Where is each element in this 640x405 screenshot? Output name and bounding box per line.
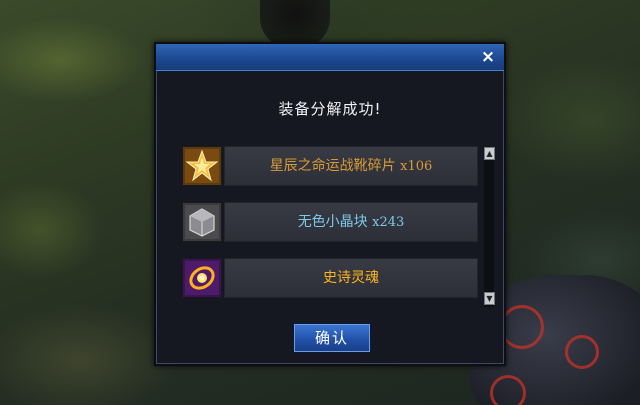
star-shard-icon[interactable] [182,146,222,186]
confirm-button[interactable]: 确认 [293,323,371,353]
result-message: 装备分解成功! [278,100,382,118]
scrollbar-track[interactable] [484,147,494,307]
list-item: 无色小晶块 x243 [182,200,478,242]
colorless-crystal-icon[interactable] [182,202,222,242]
character-shadow [260,0,330,48]
scroll-down-icon[interactable]: ▼ [484,292,495,305]
close-icon[interactable]: × [478,47,498,67]
epic-soul-icon[interactable] [182,258,222,298]
disassembly-result-dialog: × 装备分解成功! 星辰之命运战靴碎片 x106 无色小晶块 x243 史诗灵魂… [154,42,506,366]
list-item: 星辰之命运战靴碎片 x106 [182,144,478,186]
item-label: 星辰之命运战靴碎片 x106 [269,158,433,174]
scroll-up-icon[interactable]: ▲ [484,147,495,160]
list-item: 史诗灵魂 [182,256,478,298]
item-label: 史诗灵魂 [323,270,379,286]
dialog-titlebar: × [156,44,504,71]
item-label: 无色小晶块 x243 [297,214,405,230]
